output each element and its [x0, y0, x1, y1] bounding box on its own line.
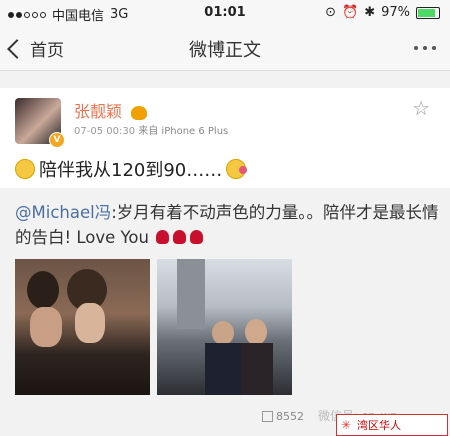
post-body: 陪伴我从120到90…… [39, 160, 223, 181]
post-time: 07-05 00:30 [74, 126, 136, 137]
member-crown-icon [131, 105, 148, 120]
status-bar: 中国电信 3G 01:01 ⊙ ⏰ ✱ 97% [0, 0, 450, 26]
source-badge: ✳ 湾区华人 [336, 414, 448, 436]
battery-percent: 97% [381, 5, 410, 20]
photo-thumbnail[interactable] [15, 259, 150, 395]
photo-thumbnail[interactable] [157, 259, 292, 395]
repost-icon [262, 411, 273, 422]
star-icon[interactable]: ☆ [412, 96, 430, 120]
bluetooth-icon: ✱ [364, 5, 376, 20]
nav-bar: 首页 微博正文 [0, 26, 450, 71]
verified-badge-icon: V [49, 132, 65, 148]
post-text: 陪伴我从120到90…… [15, 156, 248, 182]
post-source: 来自 iPhone 6 Plus [138, 126, 229, 137]
badge-label: 湾区华人 [357, 419, 401, 432]
mention-link[interactable]: @Michael冯 [15, 203, 111, 222]
more-menu-icon[interactable] [414, 46, 436, 50]
rose-emoji-icon [190, 229, 204, 244]
repost-count[interactable]: 8552 [262, 410, 304, 423]
repost-footer: 8552 微信号: sz_wz ✳ 湾区华人 [0, 404, 450, 436]
smile-emoji-icon [15, 159, 35, 179]
battery-icon [416, 6, 440, 19]
repost-text: @Michael冯:岁月有着不动声色的力量。。陪伴才是最长情的告白! Love … [15, 200, 440, 250]
weibo-post: V 张靓颖 07-05 00:30 来自 iPhone 6 Plus ☆ 陪伴我… [0, 88, 450, 188]
kiss-emoji-icon [226, 159, 248, 179]
avatar[interactable]: V [15, 98, 65, 148]
username[interactable]: 张靓颖 [74, 102, 122, 121]
orientation-lock-icon: ⊙ [325, 5, 336, 20]
alarm-icon: ⏰ [342, 5, 359, 20]
repost-section: @Michael冯:岁月有着不动声色的力量。。陪伴才是最长情的告白! Love … [0, 188, 450, 436]
repost-count-value: 8552 [276, 410, 304, 423]
page-title: 微博正文 [189, 40, 261, 61]
asterisk-icon: ✳ [341, 418, 352, 432]
rose-emoji-icon [156, 229, 170, 244]
rose-emoji-icon [173, 229, 187, 244]
